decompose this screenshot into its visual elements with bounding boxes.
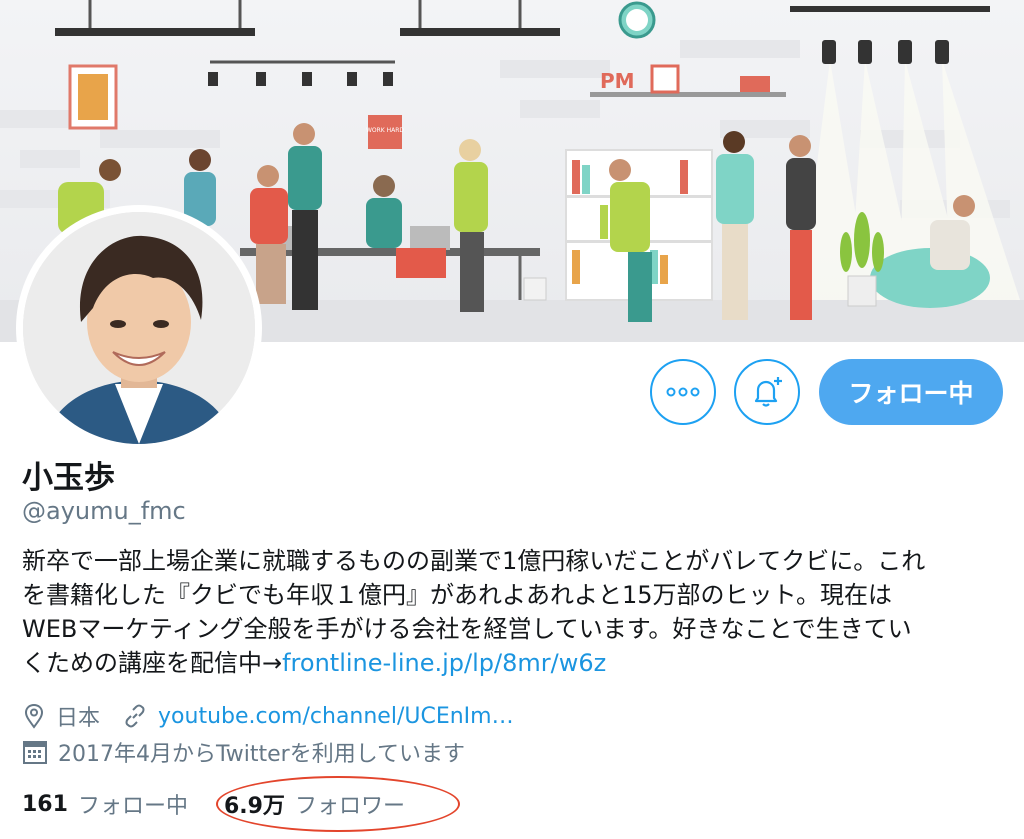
avatar-photo xyxy=(23,212,255,444)
following-button[interactable]: フォロー中 xyxy=(819,359,1003,425)
bio-line: WEBマーケティング全般を手がける会社を経営しています。好きなことで生きてい xyxy=(22,615,912,643)
profile-bio: 新卒で一部上場企業に就職するものの副業で1億円稼いだことがバレてクビに。これ を… xyxy=(22,544,1002,680)
more-button[interactable] xyxy=(650,359,716,425)
banner-sign-text: WORK HARD xyxy=(366,127,404,134)
bio-link[interactable]: frontline-line.jp/lp/8mr/w6z xyxy=(282,649,606,677)
bio-line-last: くための講座を配信中→frontline-line.jp/lp/8mr/w6z xyxy=(22,646,1002,680)
profile-meta-location: 日本 youtube.com/channel/UCEnIm… xyxy=(22,700,514,732)
followers-highlight-circle xyxy=(216,776,460,832)
following-stat[interactable]: 161 フォロー中 xyxy=(22,788,188,820)
link-icon xyxy=(122,703,148,729)
profile-meta-joined: 2017年4月からTwitterを利用しています xyxy=(22,736,465,768)
location-icon xyxy=(22,703,46,729)
joined-text: 2017年4月からTwitterを利用しています xyxy=(58,742,466,767)
more-icon xyxy=(666,387,700,397)
location-text: 日本 xyxy=(56,706,101,731)
website-link[interactable]: youtube.com/channel/UCEnIm… xyxy=(158,704,514,729)
notifications-button[interactable] xyxy=(734,359,800,425)
profile-avatar[interactable] xyxy=(16,205,262,451)
bio-line: を書籍化した『クビでも年収１億円』があれよあれよと15万部のヒット。現在は xyxy=(22,581,893,609)
bell-plus-icon xyxy=(754,377,782,407)
calendar-icon xyxy=(22,739,48,765)
banner-shelf-letters: PM xyxy=(600,69,635,93)
bio-text: くための講座を配信中→ xyxy=(22,649,283,677)
following-label: フォロー中 xyxy=(77,794,188,819)
display-name: 小玉歩 xyxy=(22,460,115,496)
following-count: 161 xyxy=(22,791,68,817)
bio-line: 新卒で一部上場企業に就職するものの副業で1億円稼いだことがバレてクビに。これ xyxy=(22,547,926,575)
user-handle: @ayumu_fmc xyxy=(22,497,186,525)
